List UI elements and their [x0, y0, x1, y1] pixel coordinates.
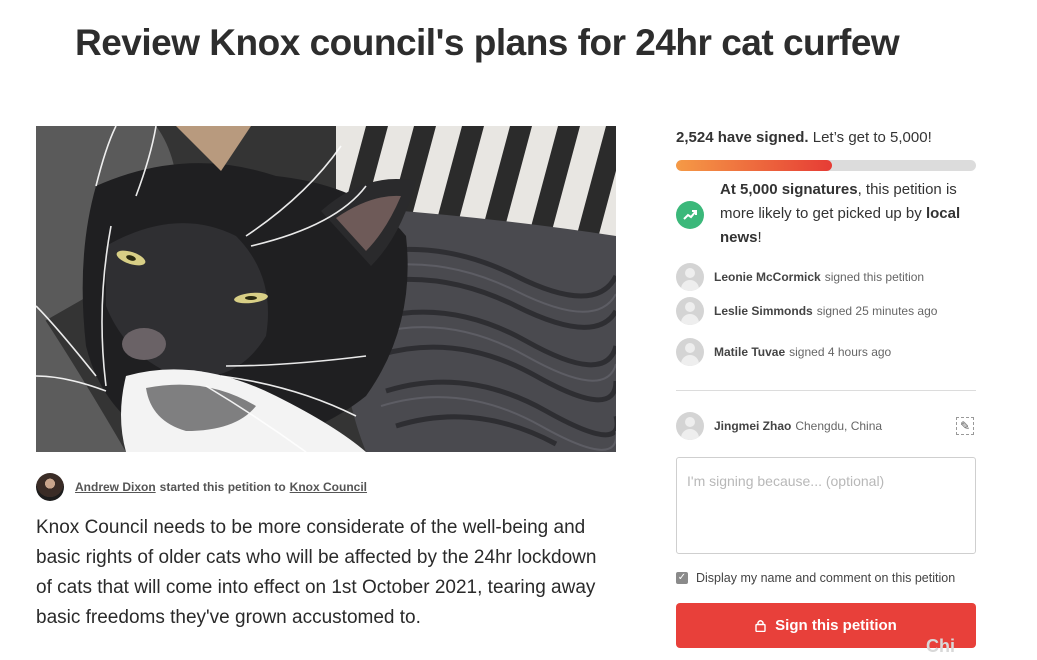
checkbox-checked-icon[interactable]: ✓ [676, 572, 688, 584]
signer-name: Leonie McCormick [714, 270, 821, 284]
edit-icon[interactable]: ✎ [956, 417, 974, 435]
signer-name: Leslie Simmonds [714, 304, 813, 318]
recent-signer: Matile Tuvae signed 4 hours ago [676, 338, 891, 366]
petition-description: Knox Council needs to be more considerat… [36, 517, 597, 628]
petition-starter: Andrew Dixon started this petition to Kn… [36, 472, 367, 502]
progress-fill [676, 160, 832, 171]
signer-action: signed 4 hours ago [789, 345, 892, 359]
sign-sidebar: 2,524 have signed. Let’s get to 5,000! A… [676, 126, 976, 648]
signed-count-text: 2,524 have signed. [676, 129, 809, 146]
decision-maker-link[interactable]: Knox Council [290, 480, 367, 494]
signer-avatar [676, 338, 704, 366]
signing-reason-input[interactable] [676, 457, 976, 554]
sidebar-divider [676, 390, 976, 391]
signer-avatar [676, 297, 704, 325]
progress-bar [676, 160, 976, 171]
starter-avatar[interactable] [36, 473, 64, 501]
current-user: Jingmei Zhao Chengdu, China [676, 412, 882, 440]
petition-photo [36, 126, 616, 452]
watermark: Chi [926, 636, 955, 656]
signer-name: Matile Tuvae [714, 345, 786, 359]
goal-text: Let’s get to 5,000! [812, 129, 932, 146]
display-option-label: Display my name and comment on this peti… [696, 571, 956, 585]
current-user-location: Chengdu, China [795, 419, 883, 433]
signer-action: signed 25 minutes ago [816, 304, 938, 318]
recent-signer: Leonie McCormick signed this petition [676, 263, 924, 291]
signer-avatar [676, 263, 704, 291]
starter-name-link[interactable]: Andrew Dixon [75, 480, 156, 494]
milestone-message: At 5,000 signatures, this petition is mo… [676, 178, 986, 250]
lock-icon [755, 619, 766, 632]
sign-button-label: Sign this petition [775, 617, 897, 634]
milestone-text: At 5,000 signatures, this petition is mo… [720, 178, 986, 250]
display-name-option[interactable]: ✓ Display my name and comment on this pe… [676, 571, 955, 585]
recent-signer: Leslie Simmonds signed 25 minutes ago [676, 297, 937, 325]
milestone-strong-1: At 5,000 signatures [720, 181, 858, 198]
signature-count: 2,524 have signed. Let’s get to 5,000! [676, 126, 976, 150]
milestone-text-2: ! [757, 229, 762, 246]
petition-title: Review Knox council's plans for 24hr cat… [75, 22, 900, 63]
current-user-name: Jingmei Zhao [714, 419, 792, 433]
current-user-avatar [676, 412, 704, 440]
trending-up-icon [676, 201, 704, 229]
starter-middle-text: started this petition to [159, 480, 286, 494]
signer-action: signed this petition [824, 270, 925, 284]
